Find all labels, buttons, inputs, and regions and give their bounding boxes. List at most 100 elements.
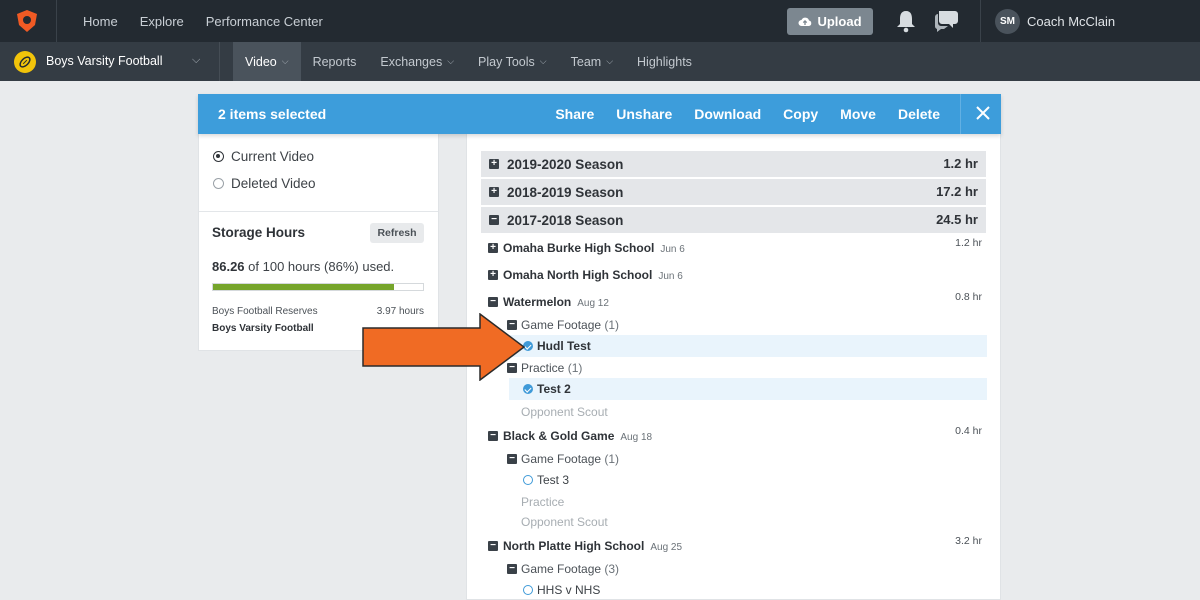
tab-label: Play Tools	[478, 54, 535, 69]
sub-navbar: Boys Varsity Football ⌵ Video ⌵ Reports …	[0, 42, 1200, 81]
folder-count: (1)	[567, 361, 583, 375]
tab-exchanges[interactable]: Exchanges ⌵	[368, 42, 466, 81]
opponent-scout-folder[interactable]: Opponent Scout	[521, 515, 608, 529]
game-name: Omaha Burke High School	[503, 241, 655, 255]
minus-box-icon[interactable]: −	[507, 454, 517, 464]
chat-icon[interactable]	[933, 9, 959, 33]
current-video-radio[interactable]: Current Video	[213, 149, 314, 164]
delete-button[interactable]: Delete	[898, 106, 940, 122]
game-footage-folder[interactable]: Game Footage (1)	[521, 318, 619, 332]
clip-row[interactable]: HHS v NHS	[509, 579, 987, 600]
chevron-down-icon: ⌵	[606, 56, 614, 66]
select-circle-icon[interactable]	[523, 475, 533, 485]
download-button[interactable]: Download	[694, 106, 761, 122]
folder-count: (1)	[604, 318, 620, 332]
season-hours: 17.2 hr	[936, 184, 978, 199]
game-footage-folder[interactable]: Game Footage (1)	[521, 452, 619, 466]
refresh-button[interactable]: Refresh	[370, 223, 424, 243]
game-date: Aug 25	[650, 542, 683, 553]
season-row[interactable]: + 2018-2019 Season 17.2 hr	[481, 179, 986, 205]
deleted-video-radio[interactable]: Deleted Video	[213, 176, 316, 191]
annotation-arrow-icon	[362, 313, 525, 381]
practice-folder[interactable]: Practice	[521, 495, 564, 509]
game-name: Black & Gold Game	[503, 429, 615, 443]
clip-row-selected[interactable]: Hudl Test	[509, 335, 987, 357]
chevron-down-icon[interactable]: ⌵	[192, 54, 200, 67]
user-name[interactable]: Coach McClain	[1027, 14, 1115, 29]
minus-box-icon[interactable]: −	[488, 541, 498, 551]
game-row[interactable]: North Platte High School Aug 25	[503, 539, 682, 553]
tab-label: Highlights	[637, 54, 692, 69]
storage-usage-value: 86.26	[212, 259, 245, 274]
tab-highlights[interactable]: Highlights	[625, 42, 704, 81]
radio-label: Current Video	[231, 149, 315, 164]
radio-unchecked-icon	[213, 178, 224, 189]
tab-team[interactable]: Team ⌵	[559, 42, 625, 81]
season-row[interactable]: − 2017-2018 Season 24.5 hr	[481, 207, 986, 233]
storage-usage-text: 86.26 of 100 hours (86%) used.	[212, 259, 394, 274]
opponent-scout-folder[interactable]: Opponent Scout	[521, 405, 608, 419]
game-row[interactable]: Omaha North High School Jun 6	[503, 268, 683, 282]
game-row[interactable]: Omaha Burke High School Jun 6	[503, 241, 685, 255]
avatar[interactable]: SM	[995, 9, 1020, 34]
clip-item[interactable]: Test 2	[523, 382, 571, 396]
tab-reports[interactable]: Reports	[301, 42, 369, 81]
unshare-button[interactable]: Unshare	[616, 106, 672, 122]
folder-label: Game Footage	[521, 452, 602, 466]
divider	[56, 0, 57, 42]
move-button[interactable]: Move	[840, 106, 876, 122]
season-row[interactable]: + 2019-2020 Season 1.2 hr	[481, 151, 986, 177]
upload-button[interactable]: Upload	[787, 8, 873, 35]
share-button[interactable]: Share	[555, 106, 594, 122]
tab-label: Team	[570, 54, 602, 69]
practice-folder[interactable]: Practice (1)	[521, 361, 582, 375]
bell-icon[interactable]	[893, 8, 919, 34]
tab-video[interactable]: Video ⌵	[233, 42, 301, 81]
minus-box-icon[interactable]: −	[488, 431, 498, 441]
clip-name: Hudl Test	[537, 339, 591, 353]
nav-performance-center-link[interactable]: Performance Center	[206, 14, 323, 29]
game-hours: 0.8 hr	[955, 291, 982, 303]
video-library-panel: + 2019-2020 Season 1.2 hr + 2018-2019 Se…	[466, 124, 1001, 600]
cloud-upload-icon	[798, 17, 812, 26]
close-icon[interactable]	[974, 104, 992, 122]
chevron-down-icon: ⌵	[447, 56, 455, 66]
minus-box-icon[interactable]: −	[507, 564, 517, 574]
game-row[interactable]: Black & Gold Game Aug 18	[503, 429, 652, 443]
plus-box-icon[interactable]: +	[489, 187, 499, 197]
game-name: Omaha North High School	[503, 268, 653, 282]
clip-item[interactable]: Test 3	[523, 473, 569, 487]
clip-row[interactable]: Test 3	[509, 469, 987, 491]
nav-explore-link[interactable]: Explore	[140, 14, 184, 29]
clip-item[interactable]: HHS v NHS	[523, 583, 600, 597]
season-hours: 1.2 hr	[943, 156, 978, 171]
minus-box-icon[interactable]: −	[488, 297, 498, 307]
hudl-logo-icon[interactable]	[14, 8, 40, 34]
storage-hours-title: Storage Hours	[212, 225, 306, 240]
divider	[960, 94, 961, 134]
clip-name: HHS v NHS	[537, 583, 601, 597]
minus-box-icon[interactable]: −	[489, 215, 499, 225]
tab-label: Exchanges	[380, 54, 443, 69]
football-icon	[14, 51, 36, 73]
plus-box-icon[interactable]: +	[489, 159, 499, 169]
folder-label: Practice	[521, 361, 565, 375]
game-footage-folder[interactable]: Game Footage (3)	[521, 562, 619, 576]
game-hours: 0.4 hr	[955, 425, 982, 437]
check-circle-icon[interactable]	[523, 384, 533, 394]
game-row[interactable]: Watermelon Aug 12	[503, 295, 609, 309]
plus-box-icon[interactable]: +	[488, 270, 498, 280]
copy-button[interactable]: Copy	[783, 106, 818, 122]
nav-home-link[interactable]: Home	[83, 14, 118, 29]
divider	[980, 0, 981, 42]
divider	[199, 211, 438, 212]
folder-label: Game Footage	[521, 562, 602, 576]
team-selector[interactable]: Boys Varsity Football	[46, 54, 162, 68]
tab-play-tools[interactable]: Play Tools ⌵	[466, 42, 559, 81]
game-date: Aug 18	[620, 432, 653, 443]
select-circle-icon[interactable]	[523, 585, 533, 595]
clip-item[interactable]: Hudl Test	[523, 339, 591, 353]
clip-row-selected[interactable]: Test 2	[509, 378, 987, 400]
plus-box-icon[interactable]: +	[488, 243, 498, 253]
selection-actions: Share Unshare Download Copy Move Delete	[555, 94, 940, 134]
